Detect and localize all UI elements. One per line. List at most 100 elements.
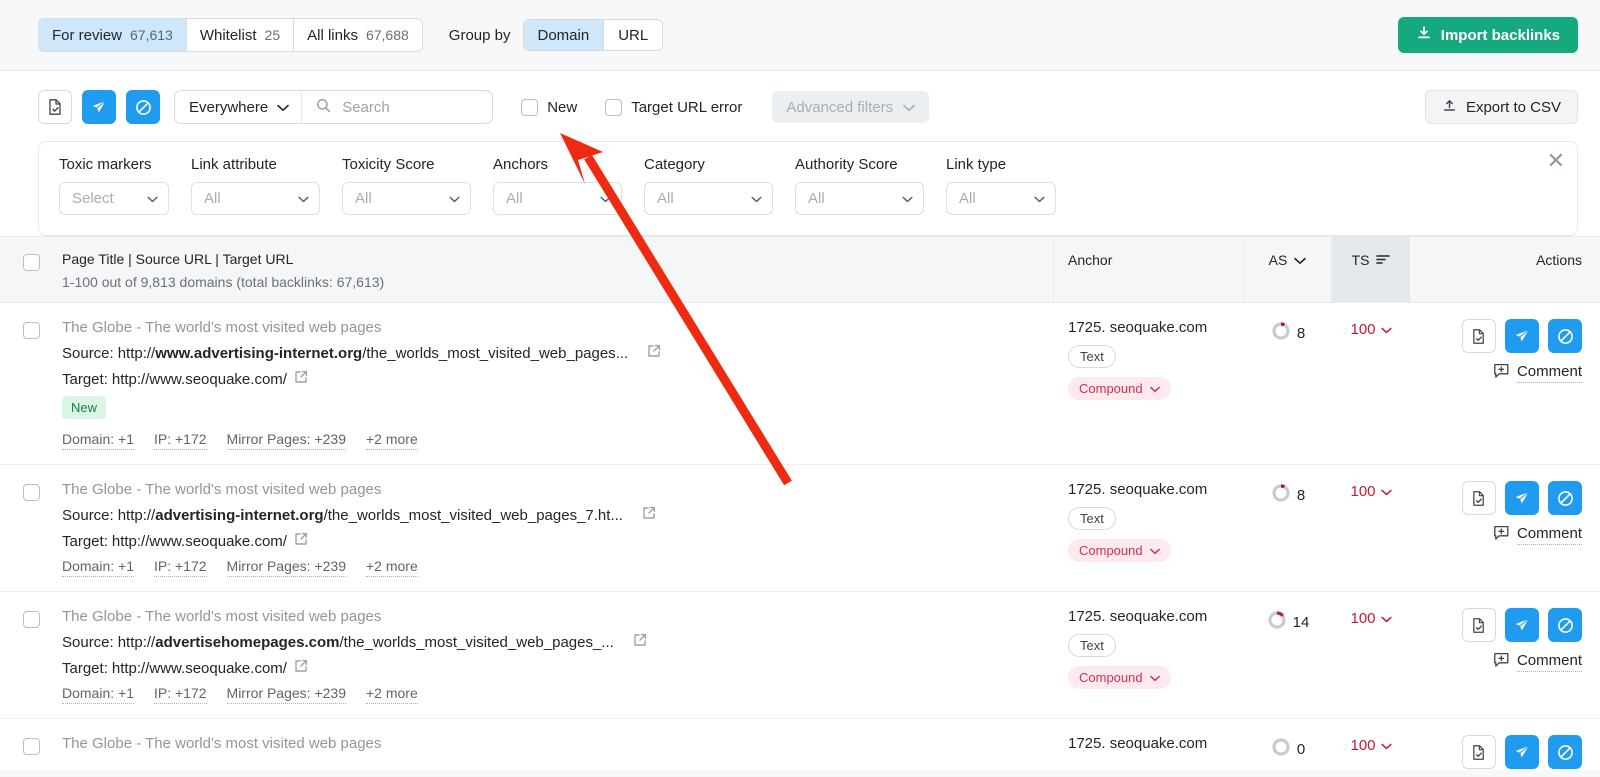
- row-source-path: /the_worlds_most_visited_web_pages...: [362, 344, 629, 362]
- upload-icon: [1442, 98, 1457, 117]
- external-link-icon[interactable]: [633, 633, 647, 651]
- row-meta-domain[interactable]: Domain: +1: [62, 431, 134, 450]
- group-by-url[interactable]: URL: [604, 20, 663, 50]
- move-to-whitelist-icon[interactable]: [38, 90, 72, 124]
- row-ts-cell[interactable]: 100: [1332, 319, 1410, 338]
- row-ts-cell[interactable]: 100: [1332, 735, 1410, 754]
- row-meta-domain[interactable]: Domain: +1: [62, 558, 134, 577]
- external-link-icon[interactable]: [294, 370, 308, 388]
- row-source-protocol: http://: [117, 344, 156, 362]
- external-link-icon[interactable]: [294, 532, 308, 550]
- row-meta-ip[interactable]: IP: +172: [153, 558, 207, 577]
- filter-authority-score-select[interactable]: All: [795, 182, 924, 215]
- row-as-value: 8: [1296, 324, 1306, 342]
- tab-whitelist[interactable]: Whitelist 25: [186, 19, 295, 51]
- row-whitelist-icon[interactable]: [1462, 608, 1496, 642]
- external-link-icon[interactable]: [294, 659, 308, 677]
- row-compound-chip[interactable]: Compound: [1068, 539, 1171, 562]
- row-meta-more[interactable]: +2 more: [365, 685, 418, 704]
- row-comment[interactable]: Comment: [1410, 525, 1582, 545]
- table-row: The Globe - The world's most visited web…: [0, 465, 1600, 592]
- advanced-filters-button[interactable]: Advanced filters: [772, 91, 930, 123]
- row-ts-cell[interactable]: 100: [1332, 481, 1410, 500]
- export-to-csv-button[interactable]: Export to CSV: [1424, 90, 1578, 124]
- row-checkbox[interactable]: [22, 484, 40, 501]
- row-target-url[interactable]: http://www.seoquake.com/: [112, 533, 287, 550]
- row-send-icon[interactable]: [1505, 481, 1539, 515]
- filter-link-attribute-label: Link attribute: [191, 156, 277, 173]
- row-source-url[interactable]: http://advertisehomepages.com/the_worlds…: [118, 634, 614, 651]
- advanced-filter-card: ✕ Toxic markers Select Link attribute Al…: [38, 141, 1578, 236]
- chevron-down-icon: [1149, 670, 1160, 685]
- row-meta-mirror-pages[interactable]: Mirror Pages: +239: [226, 558, 346, 577]
- search-scope-select[interactable]: Everywhere: [175, 91, 303, 123]
- column-as[interactable]: AS: [1244, 237, 1332, 302]
- block-icon[interactable]: [126, 90, 160, 124]
- column-as-label: AS: [1268, 252, 1288, 268]
- row-source-url[interactable]: http://advertising-internet.org/the_worl…: [118, 507, 623, 524]
- row-checkbox[interactable]: [22, 738, 40, 755]
- row-checkbox-cell: [0, 735, 62, 755]
- row-meta-ip[interactable]: IP: +172: [153, 431, 207, 450]
- search-input[interactable]: [340, 97, 479, 117]
- row-checkbox-cell: [0, 608, 62, 628]
- row-block-icon[interactable]: [1548, 481, 1582, 515]
- checkbox-target-url-error[interactable]: Target URL error: [605, 98, 742, 116]
- tab-all-links[interactable]: All links 67,688: [294, 19, 422, 51]
- row-send-icon[interactable]: [1505, 608, 1539, 642]
- send-to-disavow-icon[interactable]: [82, 90, 116, 124]
- close-icon[interactable]: ✕: [1547, 150, 1565, 172]
- row-source-line: Source: http://advertisehomepages.com/th…: [62, 633, 1038, 651]
- row-checkbox[interactable]: [22, 611, 40, 628]
- row-comment[interactable]: Comment: [1410, 652, 1582, 672]
- row-block-icon[interactable]: [1548, 319, 1582, 353]
- filter-category-select[interactable]: All: [644, 182, 773, 215]
- row-meta-more[interactable]: +2 more: [365, 558, 418, 577]
- filter-link-attribute-select[interactable]: All: [191, 182, 320, 215]
- row-whitelist-icon[interactable]: [1462, 735, 1496, 769]
- row-target-url[interactable]: http://www.seoquake.com/: [112, 660, 287, 677]
- row-source-protocol: http://: [117, 506, 156, 524]
- row-whitelist-icon[interactable]: [1462, 481, 1496, 515]
- row-meta-more[interactable]: +2 more: [365, 431, 418, 450]
- import-backlinks-button[interactable]: Import backlinks: [1397, 17, 1578, 53]
- row-send-icon[interactable]: [1505, 735, 1539, 769]
- table-header-row: Page Title | Source URL | Target URL 1-1…: [0, 237, 1600, 303]
- row-whitelist-icon[interactable]: [1462, 319, 1496, 353]
- row-as-value: 0: [1296, 740, 1306, 758]
- row-source-url[interactable]: http://www.advertising-internet.org/the_…: [118, 345, 629, 362]
- tab-for-review[interactable]: For review 67,613: [39, 19, 187, 51]
- checkbox-new-box[interactable]: [521, 98, 539, 116]
- row-checkbox[interactable]: [22, 322, 40, 339]
- filter-link-type-select[interactable]: All: [946, 182, 1056, 215]
- external-link-icon[interactable]: [642, 506, 656, 524]
- tab-for-review-label: For review: [52, 26, 123, 44]
- checkbox-target-url-error-box[interactable]: [605, 98, 623, 116]
- row-send-icon[interactable]: [1505, 319, 1539, 353]
- filter-toxic-markers-select[interactable]: Select: [59, 182, 169, 215]
- row-actions-cell: Comment: [1410, 319, 1600, 383]
- row-target-url[interactable]: http://www.seoquake.com/: [112, 371, 287, 388]
- group-by-domain[interactable]: Domain: [523, 20, 605, 50]
- column-ts[interactable]: TS: [1332, 237, 1410, 302]
- select-all-checkbox[interactable]: [22, 254, 40, 271]
- row-meta-mirror-pages[interactable]: Mirror Pages: +239: [226, 431, 346, 450]
- top-bar: For review 67,613 Whitelist 25 All links…: [0, 0, 1600, 70]
- row-target-label: Target:: [62, 532, 108, 550]
- row-block-icon[interactable]: [1548, 735, 1582, 769]
- row-meta-mirror-pages[interactable]: Mirror Pages: +239: [226, 685, 346, 704]
- row-ts-cell[interactable]: 100: [1332, 608, 1410, 627]
- checkbox-new[interactable]: New: [521, 98, 577, 116]
- row-meta-domain[interactable]: Domain: +1: [62, 685, 134, 704]
- row-compound-chip[interactable]: Compound: [1068, 666, 1171, 689]
- row-block-icon[interactable]: [1548, 608, 1582, 642]
- filter-anchors-select[interactable]: All: [493, 182, 622, 215]
- row-comment[interactable]: Comment: [1410, 363, 1582, 383]
- external-link-icon[interactable]: [647, 344, 661, 362]
- row-anchor-type-chip: Text: [1068, 634, 1116, 657]
- row-compound-chip[interactable]: Compound: [1068, 377, 1171, 400]
- row-meta-ip[interactable]: IP: +172: [153, 685, 207, 704]
- backlinks-table: Page Title | Source URL | Target URL 1-1…: [0, 237, 1600, 769]
- filter-toxicity-score-select[interactable]: All: [342, 182, 471, 215]
- tab-all-links-count: 67,688: [365, 27, 409, 43]
